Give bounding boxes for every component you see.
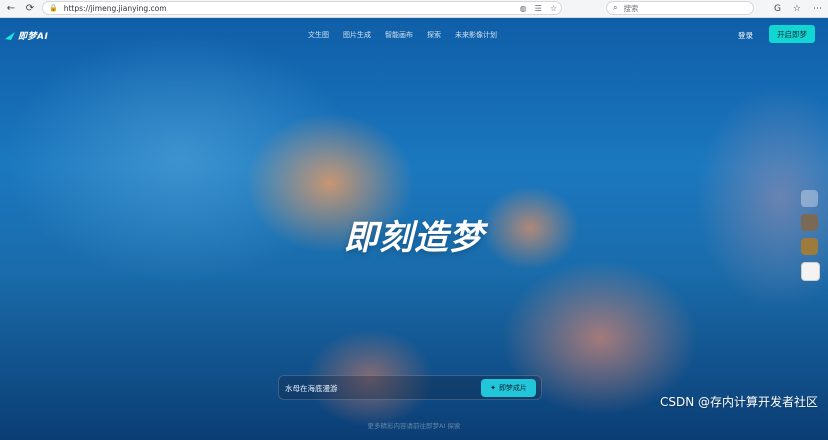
hero-section: 即梦AI 文生图 图片生成 智能画布 探索 未来影像计划 登录 开启即梦 即刻造… — [0, 18, 828, 440]
side-avatar[interactable] — [801, 238, 818, 255]
extension-icon[interactable]: ◍ — [520, 4, 527, 13]
site-header: 即梦AI 文生图 图片生成 智能画布 探索 未来影像计划 登录 开启即梦 — [0, 18, 828, 54]
login-link[interactable]: 登录 — [738, 30, 753, 41]
browser-toolbar: ← ⟳ 🔒 https://jimeng.jianying.com ◍ ☰ ☆ … — [0, 0, 828, 18]
start-button[interactable]: 开启即梦 — [769, 25, 815, 43]
generate-button[interactable]: ✦ 即梦成片 — [481, 379, 536, 397]
prompt-input[interactable]: 水母在海底漫游 ✦ 即梦成片 — [278, 375, 542, 400]
favorites-icon[interactable]: ☆ — [793, 4, 801, 14]
side-avatar[interactable] — [801, 262, 820, 281]
side-avatar[interactable] — [801, 214, 818, 231]
refresh-icon[interactable]: ⟳ — [22, 1, 38, 17]
nav-image-generation[interactable]: 图片生成 — [343, 30, 371, 40]
address-url: https://jimeng.jianying.com — [63, 3, 167, 13]
nav-explore[interactable]: 探索 — [427, 30, 441, 40]
site-logo[interactable]: 即梦AI — [5, 29, 48, 42]
hero-footnote: 更多精彩内容请前往即梦AI 探索 — [367, 422, 461, 430]
side-avatar[interactable] — [801, 190, 818, 207]
nav-smart-canvas[interactable]: 智能画布 — [385, 30, 413, 40]
top-nav: 文生图 图片生成 智能画布 探索 未来影像计划 — [308, 30, 511, 40]
prompt-text: 水母在海底漫游 — [285, 384, 338, 393]
back-icon[interactable]: ← — [3, 1, 19, 17]
watermark: CSDN @存内计算开发者社区 — [659, 395, 818, 409]
address-bar[interactable]: 🔒 https://jimeng.jianying.com ◍ ☰ ☆ — [42, 1, 562, 15]
side-avatar-stack — [801, 190, 820, 281]
menu-icon[interactable]: ⋯ — [813, 4, 822, 14]
search-icon: ⌕ — [613, 3, 618, 12]
sparkle-icon: ✦ — [490, 384, 496, 392]
hero-headline: 即刻造梦 — [344, 218, 484, 258]
bookmark-star-icon[interactable]: ☆ — [550, 4, 557, 13]
reader-icon[interactable]: ☰ — [535, 4, 542, 13]
lock-icon: 🔒 — [49, 4, 58, 12]
profile-icon[interactable]: G — [774, 4, 781, 14]
nav-future-image-plan[interactable]: 未来影像计划 — [455, 30, 497, 40]
generate-label: 即梦成片 — [498, 384, 527, 392]
browser-search[interactable]: ⌕ 搜索 — [606, 1, 754, 15]
search-placeholder: 搜索 — [623, 3, 639, 13]
logo-text: 即梦AI — [18, 32, 49, 42]
nav-text-to-image[interactable]: 文生图 — [308, 30, 329, 40]
logo-icon — [5, 31, 15, 40]
